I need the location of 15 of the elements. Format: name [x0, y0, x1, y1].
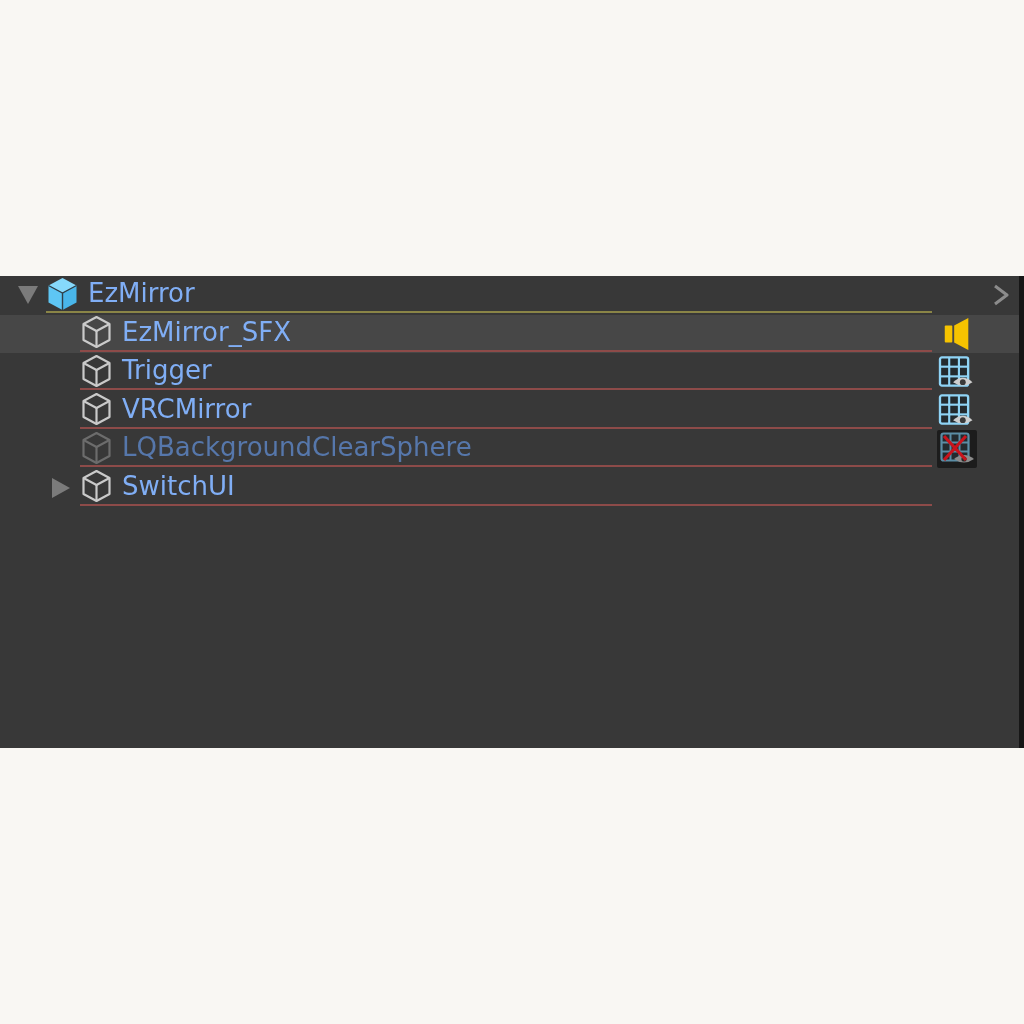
highlighted-row[interactable]: EzMirror_SFX	[0, 314, 1019, 353]
chevron-right-icon[interactable]	[993, 284, 1009, 307]
cube-icon	[80, 469, 113, 503]
object-name[interactable]: Trigger	[122, 356, 212, 385]
object-name[interactable]: EzMirror_SFX	[122, 317, 291, 347]
cube-icon	[80, 315, 113, 349]
cube-icon	[80, 353, 113, 388]
cube-icon	[80, 392, 113, 426]
object-name[interactable]: EzMirror	[88, 279, 195, 308]
caret-right-icon[interactable]	[52, 477, 70, 498]
object-name[interactable]: SwitchUI	[122, 471, 235, 501]
cube-icon	[46, 276, 79, 311]
caret-down-icon[interactable]	[18, 286, 38, 305]
object-name[interactable]: VRCMirror	[122, 394, 252, 424]
cube-icon	[80, 430, 113, 465]
